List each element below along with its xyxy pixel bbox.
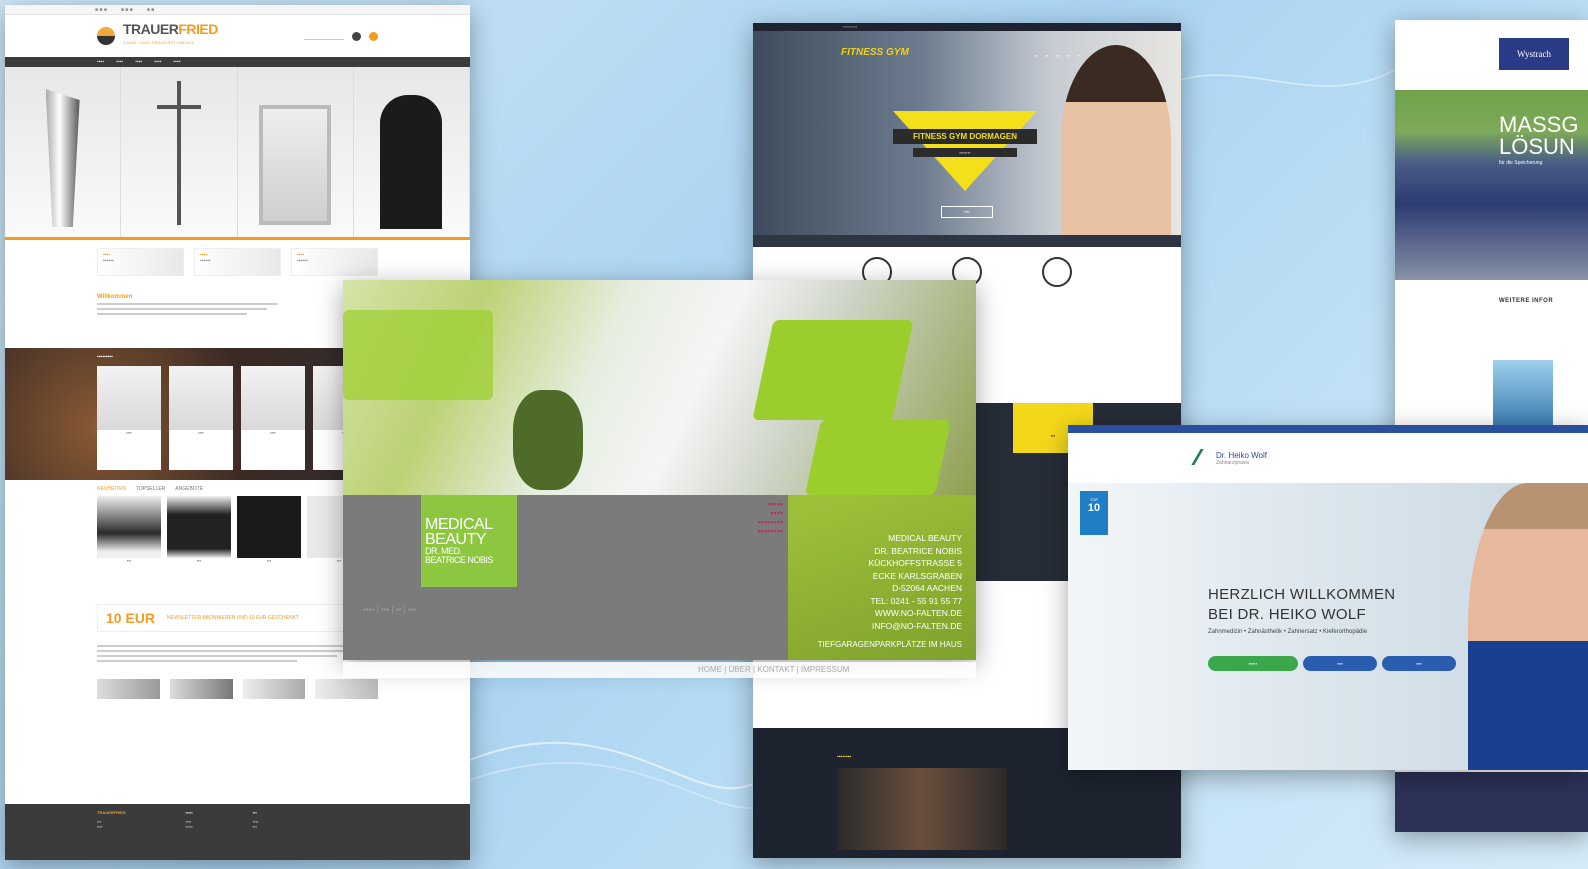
parking-note: TIEFGARAGENPARKPLÄTZE IM HAUS bbox=[817, 640, 962, 649]
gym-title: FITNESS GYM DORMAGEN bbox=[893, 129, 1037, 144]
blue-button[interactable]: ▪▪▪▪ bbox=[1382, 656, 1456, 671]
hero-panel bbox=[238, 67, 354, 237]
wystrach-logo[interactable]: Wystrach bbox=[1499, 38, 1569, 70]
search-input[interactable] bbox=[304, 32, 344, 40]
band-heading: ▪▪▪▪▪▪▪▪▪ bbox=[97, 354, 113, 360]
feature-box[interactable]: ▪▪▪▪ ▪▪▪▪▪▪ bbox=[97, 248, 184, 276]
site-logo[interactable]: TRAUERFRIED GRAB- UND TRAUERSCHMUCK bbox=[123, 22, 218, 50]
medical-bottom-nav[interactable]: HOME | ÜBER | KONTAKT | IMPRESSUM bbox=[343, 662, 976, 678]
product-card[interactable]: ▪▪▪▪ bbox=[169, 366, 233, 470]
logo-icon bbox=[97, 27, 115, 45]
vase-image bbox=[45, 89, 80, 227]
wystrach-hero-small: für die Speicherung bbox=[1499, 160, 1543, 166]
contact-address: MEDICAL BEAUTY DR. BEATRICE NOBIS KÜCKHO… bbox=[868, 533, 962, 631]
feature-box[interactable]: ▪▪▪▪ ▪▪▪▪▪▪ bbox=[194, 248, 281, 276]
product-tile[interactable]: ▪▪▪ bbox=[237, 496, 301, 588]
site-header: TRAUERFRIED GRAB- UND TRAUERSCHMUCK bbox=[5, 15, 470, 57]
blue-button[interactable]: ▪▪▪▪ bbox=[1303, 656, 1377, 671]
gym-subtitle: ▪▪▪▪▪▪▪▪ bbox=[913, 148, 1017, 157]
product-tile[interactable]: ▪▪▪ bbox=[97, 496, 161, 588]
gym-logo[interactable]: FITNESS GYM bbox=[841, 47, 909, 58]
hero-panel bbox=[121, 67, 238, 237]
dumbbell-icon[interactable] bbox=[1042, 257, 1072, 287]
newsletter-promo: 10 EUR NEWSLETTER ABONNIEREN UND 10 EUR … bbox=[97, 604, 378, 632]
tab-topseller[interactable]: TOPSELLER bbox=[136, 486, 165, 492]
video-title: ▪▪▪▪▪▪▪▪ bbox=[837, 754, 852, 760]
medical-beauty-site-screenshot: MEDICAL BEAUTY DR. MED. BEATRICE NOBIS ▪… bbox=[343, 280, 976, 660]
appointment-button[interactable]: ▪▪▪▪▪▪ bbox=[1208, 656, 1298, 671]
grave-light-image bbox=[380, 95, 443, 229]
slider-dots[interactable] bbox=[753, 235, 1181, 247]
footer-brand: TRAUERFRIED bbox=[97, 810, 126, 815]
promo-text: NEWSLETTER ABONNIEREN UND 10 EUR GESCHEN… bbox=[167, 615, 299, 621]
category-tile[interactable] bbox=[315, 679, 378, 699]
category-tile[interactable] bbox=[242, 679, 306, 699]
site-footer: TRAUERFRIED ▪▪▪ ▪▪▪▪ ▪▪▪▪▪ ▪▪▪▪ ▪▪▪▪▪ ▪▪▪ ▪▪▪… bbox=[5, 804, 470, 860]
wolf-topbar bbox=[1068, 425, 1588, 433]
promo-value: 10 EUR bbox=[106, 610, 156, 626]
search-icon[interactable] bbox=[352, 31, 361, 41]
tab-offers[interactable]: ANGEBOTE bbox=[175, 486, 203, 492]
product-image bbox=[1493, 360, 1553, 426]
gym-cta-button[interactable]: ▪▪▪▪ bbox=[941, 206, 993, 218]
chair-shape bbox=[805, 420, 951, 495]
orchid-plant bbox=[513, 390, 583, 490]
product-card[interactable]: ▪▪▪▪ bbox=[241, 366, 305, 470]
main-nav[interactable]: ▪▪▪▪ ▪▪▪▪ ▪▪▪▪ ▪▪▪▪ ▪▪▪▪ bbox=[5, 57, 470, 67]
medical-beauty-logo[interactable]: MEDICAL BEAUTY DR. MED. BEATRICE NOBIS bbox=[421, 495, 517, 587]
woman-photo bbox=[1061, 45, 1171, 235]
dr-wolf-site-screenshot: Dr. Heiko Wolf Zahnarztpraxis TOP 10 HERZ… bbox=[1068, 425, 1588, 770]
product-tile[interactable]: ▪▪▪ bbox=[167, 496, 231, 588]
gym-topbar: ▪▪▪▪▪▪▪▪▪▪ bbox=[753, 23, 1181, 31]
top10-badge: TOP 10 bbox=[1080, 491, 1108, 535]
hero-panel bbox=[354, 67, 470, 237]
wolf-headline: HERZLICH WILLKOMMEN BEI DR. HEIKO WOLF bbox=[1208, 586, 1396, 623]
wystrach-hero-text: MASSG LÖSUN bbox=[1499, 112, 1579, 159]
wolf-subline: Zahnmedizin • Zahnästhetik • Zahnersatz … bbox=[1208, 629, 1368, 635]
welcome-heading: Willkommen bbox=[97, 294, 133, 300]
chair-shape bbox=[752, 320, 914, 420]
cross-image bbox=[176, 81, 181, 225]
category-row bbox=[5, 675, 470, 703]
workout-video[interactable] bbox=[837, 768, 1007, 850]
gym-menu[interactable]: ▪▪ ▪▪ ▪▪ ▪▪ ▪▪ bbox=[1035, 53, 1081, 58]
pink-text: ▪▪▪▪▪ ▪▪▪▪ ▪▪▪▪▪▪▪▪ ▪▪▪▪▪▪▪▪ bbox=[757, 499, 783, 536]
product-card[interactable]: ▪▪▪▪ bbox=[97, 366, 161, 470]
wolf-logo[interactable]: Dr. Heiko Wolf Zahnarztpraxis bbox=[1216, 451, 1267, 466]
lounge-photo bbox=[343, 280, 976, 495]
cart-icon[interactable] bbox=[369, 31, 378, 41]
chair-shape bbox=[343, 310, 493, 400]
product-hero-slider bbox=[5, 67, 470, 240]
wystrach-footer bbox=[1395, 772, 1588, 832]
wystrach-more-heading: WEITERE INFOR bbox=[1499, 298, 1554, 304]
category-tile[interactable] bbox=[169, 679, 233, 699]
utility-bar: ■ ■ ■ ■ ■ ■ ■ ■ bbox=[5, 5, 470, 15]
tab-new[interactable]: NEUHEITEN bbox=[97, 486, 126, 492]
wolf-header: Dr. Heiko Wolf Zahnarztpraxis bbox=[1068, 433, 1588, 483]
gym-hero: FITNESS GYM ▪▪ ▪▪ ▪▪ ▪▪ ▪▪ FITNESS GYM DORMA… bbox=[753, 31, 1181, 235]
medical-nav-faded[interactable]: ▪▪▪▪ | ▪▪▪ | ▪▪ | ▪▪▪ bbox=[363, 605, 417, 614]
doctor-photo bbox=[1468, 483, 1588, 770]
hero-panel bbox=[5, 67, 122, 237]
category-tile[interactable] bbox=[97, 679, 160, 699]
cross-bar bbox=[156, 105, 201, 109]
feature-box[interactable]: ▪▪▪▪ ▪▪▪▪▪▪ bbox=[291, 248, 378, 276]
lantern-image bbox=[259, 105, 332, 225]
